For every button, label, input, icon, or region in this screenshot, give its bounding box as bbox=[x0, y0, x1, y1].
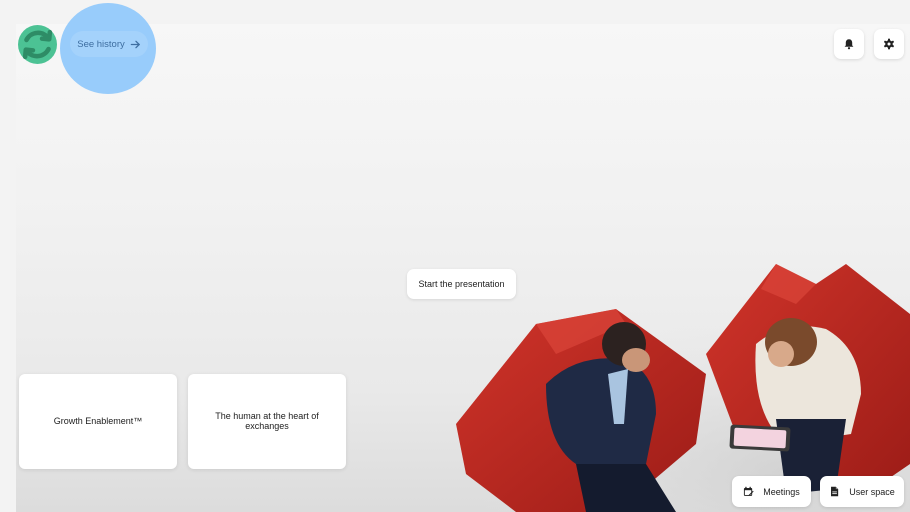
meetings-button[interactable]: Meetings bbox=[732, 476, 811, 507]
start-presentation-label: Start the presentation bbox=[418, 279, 505, 289]
document-icon bbox=[831, 486, 839, 497]
bell-icon bbox=[844, 39, 854, 50]
human-heart-card[interactable]: The human at the heart of exchanges bbox=[188, 374, 346, 469]
user-space-label: User space bbox=[849, 486, 895, 497]
see-history-label: See history bbox=[77, 38, 125, 50]
card-label: Growth Enablement™ bbox=[53, 415, 143, 426]
card-label: The human at the heart of exchanges bbox=[215, 410, 319, 431]
gear-icon bbox=[884, 38, 894, 50]
settings-button[interactable] bbox=[874, 29, 904, 59]
notifications-button[interactable] bbox=[834, 29, 864, 59]
meetings-label: Meetings bbox=[763, 486, 800, 497]
refresh-button[interactable] bbox=[18, 25, 57, 64]
growth-enablement-card[interactable]: Growth Enablement™ bbox=[19, 374, 177, 469]
calendar-icon bbox=[744, 486, 754, 496]
user-space-button[interactable]: User space bbox=[820, 476, 904, 507]
arrow-right-icon bbox=[130, 40, 140, 48]
see-history-button[interactable]: See history bbox=[70, 31, 148, 57]
refresh-icon bbox=[22, 29, 53, 60]
start-presentation-button[interactable]: Start the presentation bbox=[407, 269, 516, 299]
